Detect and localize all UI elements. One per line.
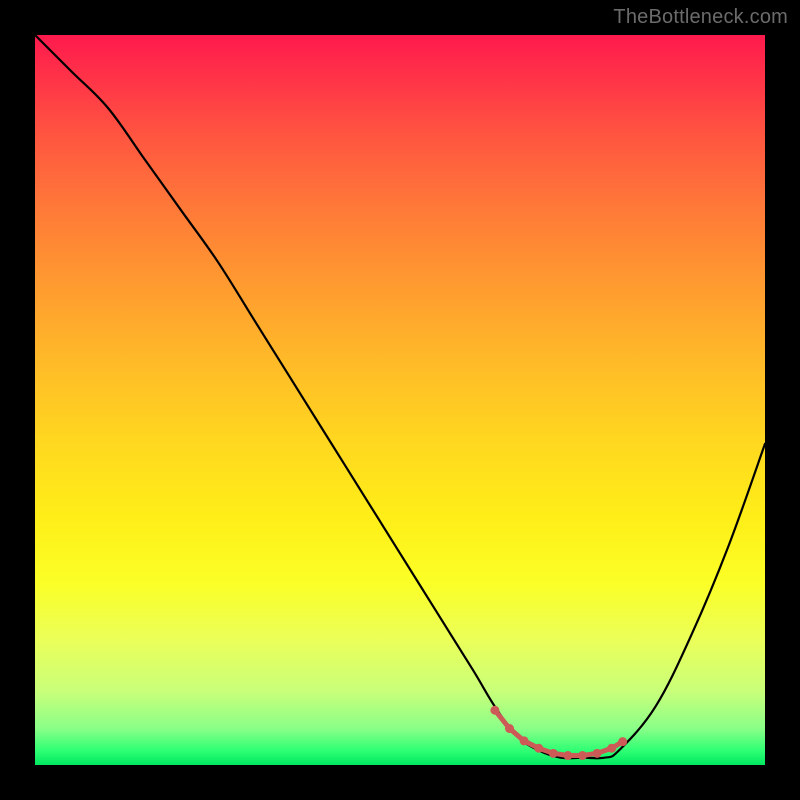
bottleneck-curve-line (35, 35, 765, 758)
optimal-range-connector (495, 710, 623, 755)
watermark-text: TheBottleneck.com (613, 6, 788, 29)
chart-svg (35, 35, 765, 765)
chart-plot-area (35, 35, 765, 765)
